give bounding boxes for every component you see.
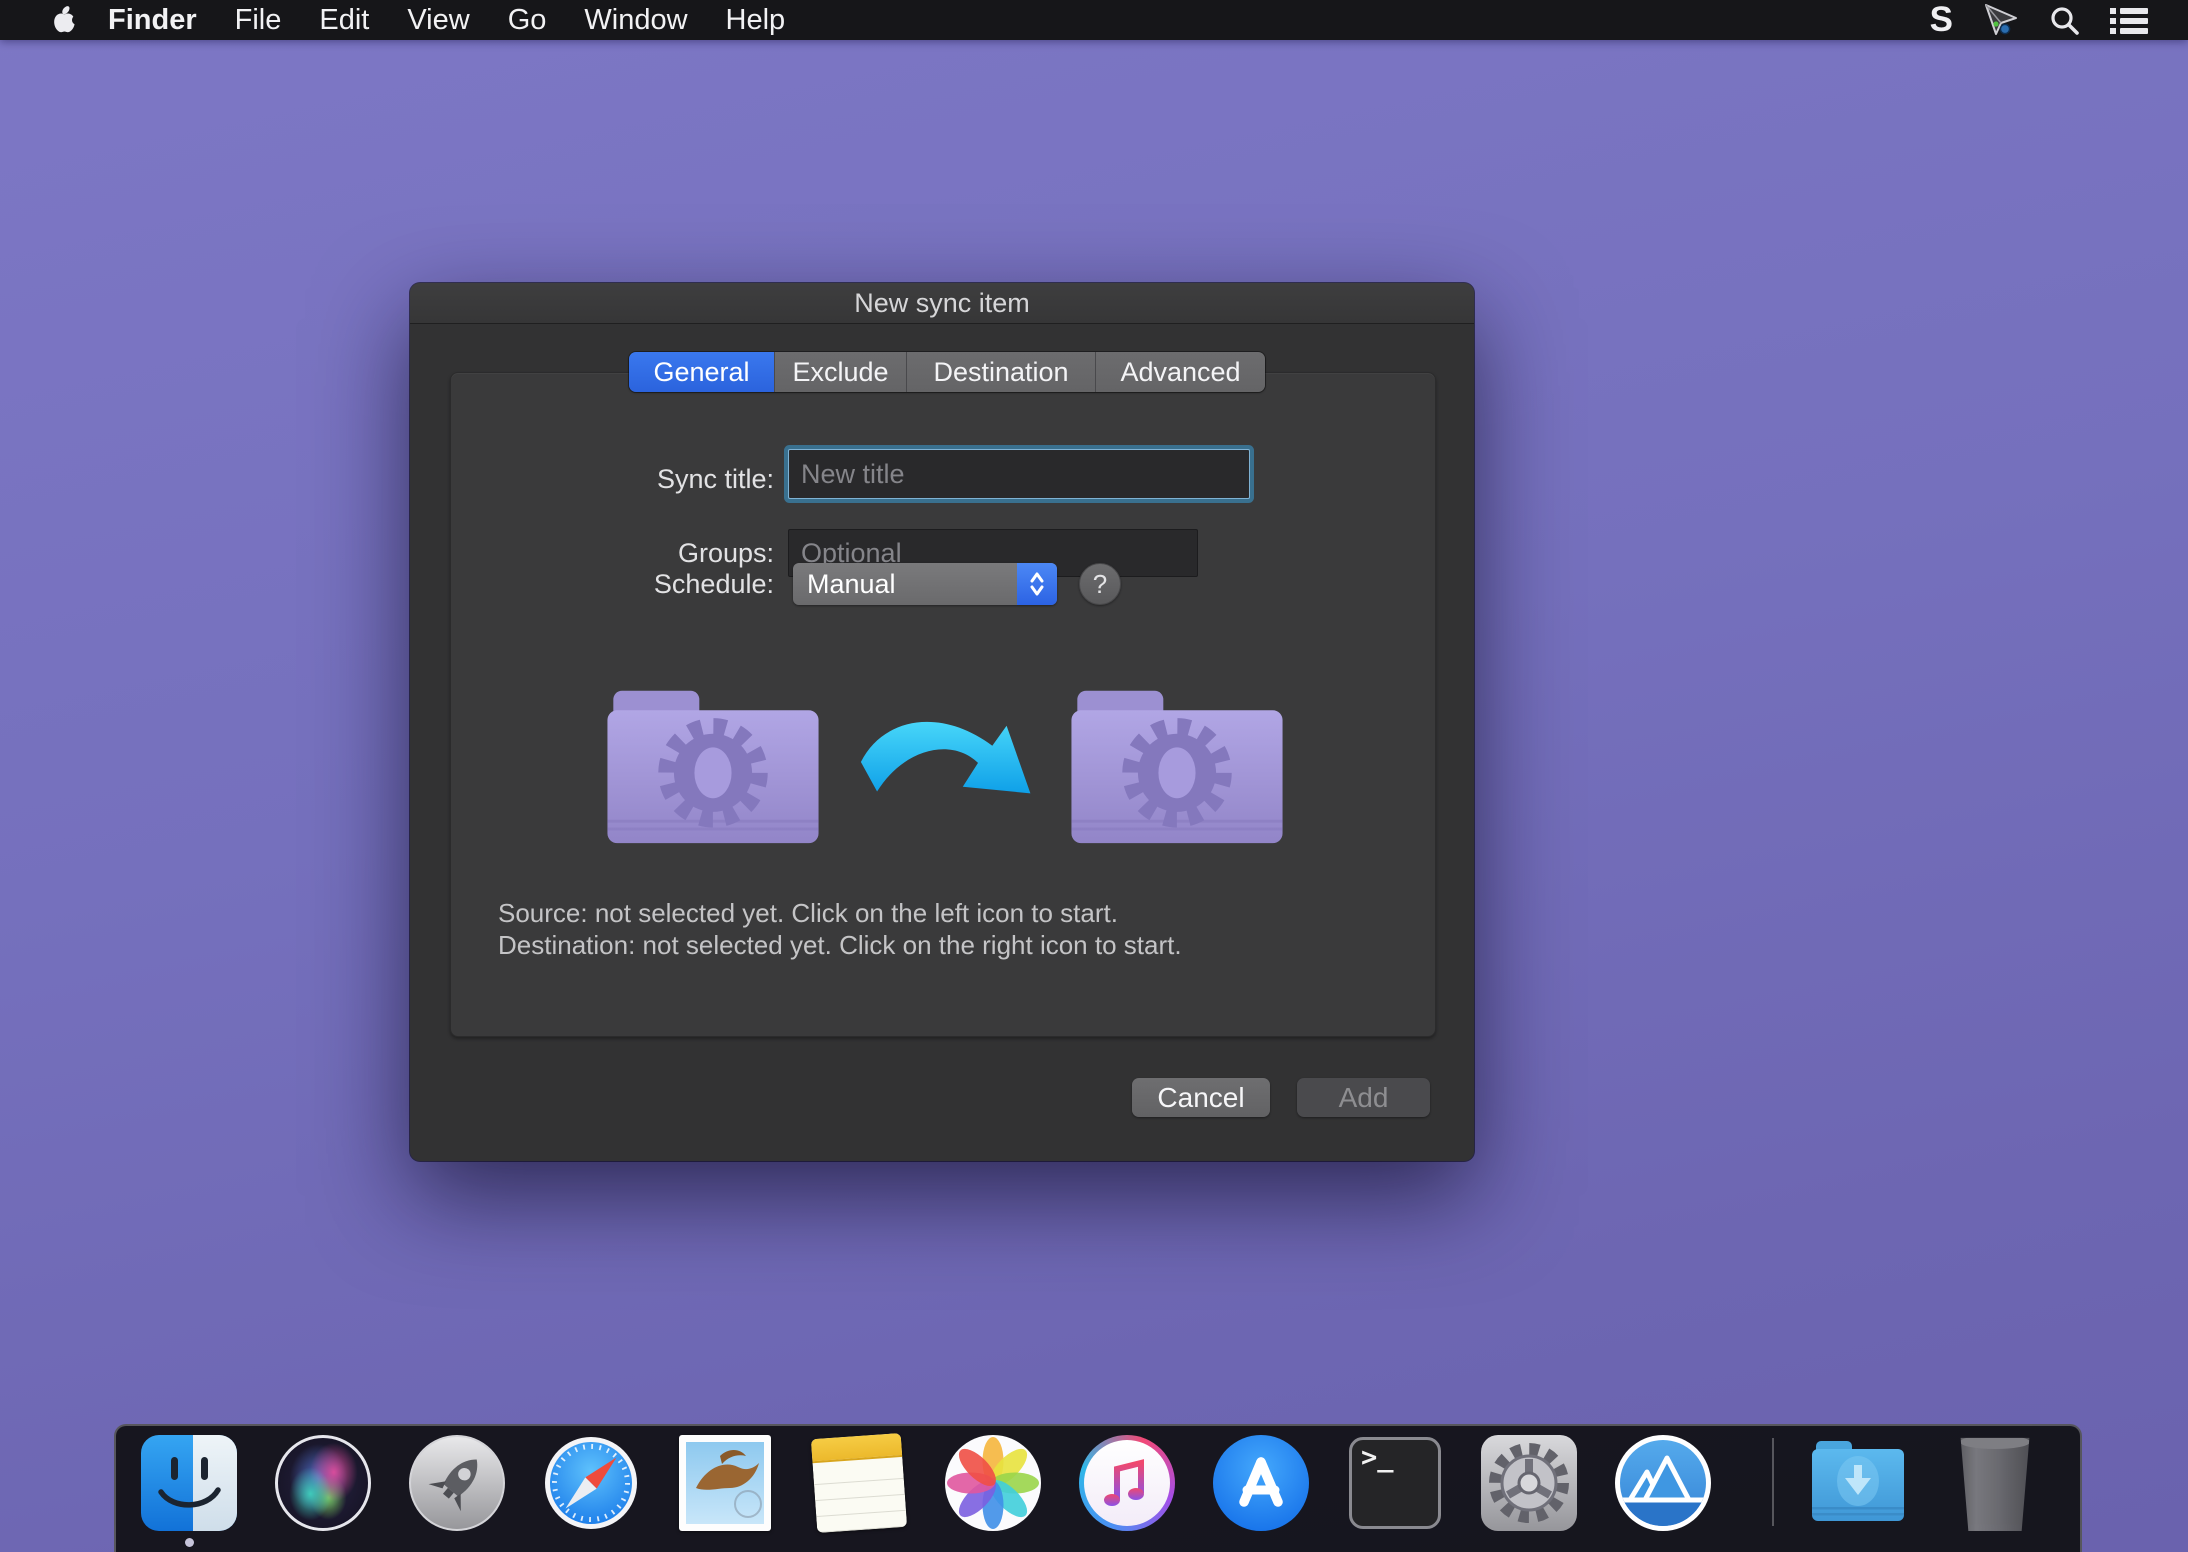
destination-status-text: Destination: not selected yet. Click on … [498,929,1182,961]
trash-rim [1960,1435,2031,1449]
music-note-icon [1079,1435,1175,1531]
mail-stamp-icon [679,1435,771,1531]
schedule-popup-value: Manual [793,569,896,600]
dock-icon-photos[interactable] [945,1435,1041,1531]
groups-label: Groups: [551,537,774,569]
dialog-titlebar[interactable]: New sync item [410,283,1474,324]
menu-item-file[interactable]: File [235,0,282,40]
menu-bar-status-icons: S [1930,0,2148,40]
selection-status: Source: not selected yet. Click on the l… [498,897,1182,961]
notes-icon [811,1433,907,1533]
dock-icon-launchpad[interactable] [409,1435,505,1531]
finder-icon [141,1435,237,1531]
sync-folders-pro-icon [1615,1435,1711,1531]
system-preferences-gear-icon [1481,1435,1577,1531]
tab-general[interactable]: General [629,352,774,392]
photos-flower-icon [945,1435,1041,1531]
source-status-text: Source: not selected yet. Click on the l… [498,897,1182,929]
add-button[interactable]: Add [1297,1078,1430,1117]
dock-icon-app-store[interactable] [1213,1435,1309,1531]
downloads-folder-icon [1810,1439,1906,1527]
popup-chevrons-icon [1017,563,1057,605]
dock-icon-music[interactable] [1079,1435,1175,1531]
source-folder-icon[interactable] [599,679,827,851]
menu-item-help[interactable]: Help [726,0,786,40]
general-tab-panel: Sync title: Groups: Schedule: Manual ? [450,372,1436,1037]
new-sync-item-dialog: New sync item General Exclude Destinatio… [410,283,1474,1161]
sync-app-menu-icon[interactable]: S [1930,0,1953,40]
dialog-title: New sync item [854,288,1030,319]
tab-destination[interactable]: Destination [906,352,1095,392]
menu-item-go[interactable]: Go [508,0,547,40]
schedule-popup[interactable]: Manual [793,563,1057,605]
tab-bar: General Exclude Destination Advanced [629,352,1265,392]
dock: >_ [114,1424,2082,1552]
app-store-icon [1213,1435,1309,1531]
sync-title-label: Sync title: [551,463,774,495]
schedule-label: Schedule: [551,568,774,600]
tab-advanced[interactable]: Advanced [1095,352,1265,392]
apple-menu[interactable] [48,4,80,36]
pointer-app-menu-icon[interactable] [1983,3,2019,37]
destination-folder-icon[interactable] [1063,679,1291,851]
menu-item-finder[interactable]: Finder [108,0,197,40]
schedule-help-button[interactable]: ? [1079,563,1121,605]
dock-icon-system-preferences[interactable] [1481,1435,1577,1531]
apple-logo-icon [49,4,79,36]
menu-items: Finder File Edit View Go Window Help [108,0,785,40]
siri-icon [275,1435,371,1531]
dock-icon-mail[interactable] [677,1435,773,1531]
cancel-button[interactable]: Cancel [1132,1078,1270,1117]
menu-item-view[interactable]: View [407,0,469,40]
menu-item-edit[interactable]: Edit [319,0,369,40]
launchpad-rocket-icon [409,1435,505,1531]
notification-center-icon[interactable] [2110,6,2148,34]
safari-compass-icon [543,1435,639,1531]
terminal-icon: >_ [1349,1437,1441,1529]
dock-icon-downloads[interactable] [1810,1435,1906,1531]
dock-icon-safari[interactable] [543,1435,639,1531]
finder-running-indicator [185,1538,194,1547]
spotlight-icon[interactable] [2049,5,2080,36]
dock-icon-siri[interactable] [275,1435,371,1531]
dock-divider [1772,1438,1774,1526]
tab-exclude[interactable]: Exclude [774,352,906,392]
dock-icon-finder[interactable] [141,1435,237,1531]
dock-icon-notes[interactable] [811,1435,907,1531]
sync-title-input[interactable] [788,449,1250,499]
dock-icon-trash[interactable] [1952,1435,2038,1531]
dock-icon-sync-folders-pro[interactable] [1615,1435,1711,1531]
dock-icon-terminal[interactable]: >_ [1347,1435,1443,1531]
sync-arrow-icon [856,701,1041,801]
menu-item-window[interactable]: Window [584,0,687,40]
menu-bar: Finder File Edit View Go Window Help S [0,0,2188,40]
